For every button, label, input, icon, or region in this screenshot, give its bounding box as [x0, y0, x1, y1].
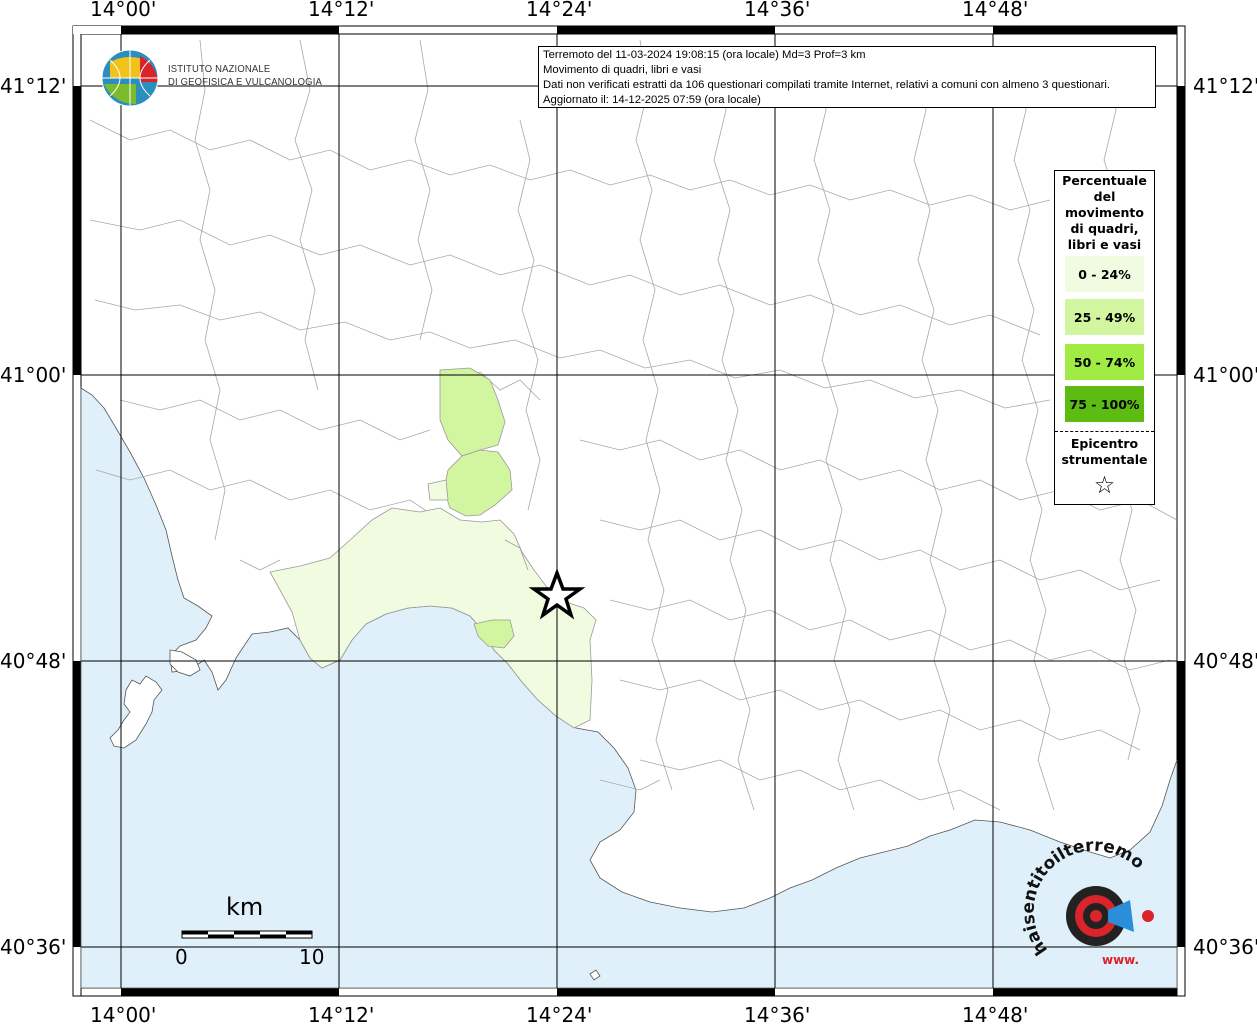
legend-swatch-label: 75 - 100%	[1069, 396, 1140, 412]
lon-label-bottom: 14°00'	[90, 1003, 156, 1024]
legend-epicenter-label: Epicentro strumentale	[1061, 436, 1148, 467]
lon-label-bottom: 14°24'	[526, 1003, 592, 1024]
lat-label-right: 40°36'	[1193, 935, 1257, 959]
lat-label-left: 41°12'	[0, 74, 66, 98]
lon-label-top: 14°36'	[744, 0, 810, 21]
lat-label-right: 40°48'	[1193, 649, 1257, 673]
lat-labels-right: 41°12' 41°00' 40°48' 40°36'	[1193, 74, 1257, 959]
lon-label-bottom: 14°36'	[744, 1003, 810, 1024]
legend-star-icon: ☆	[1093, 471, 1116, 499]
scale-bar-end: 10	[299, 945, 324, 969]
legend-swatch-label: 50 - 74%	[1073, 354, 1136, 370]
hsit-badge-www: www.	[1102, 953, 1139, 967]
ingv-logo-line2: DI GEOFISICA E VULCANOLOGIA	[168, 76, 322, 88]
lat-label-left: 41°00'	[0, 363, 66, 387]
lon-label-top: 14°12'	[308, 0, 374, 21]
event-info-line3: Dati non verificati estratti da 106 ques…	[543, 79, 1111, 91]
legend: Percentuale del movimento di quadri, lib…	[1054, 170, 1155, 505]
lat-label-right: 41°12'	[1193, 74, 1257, 98]
lon-label-top: 14°00'	[90, 0, 156, 21]
lat-label-left: 40°36'	[0, 935, 66, 959]
map-canvas: 14°00' 14°12' 14°24' 14°36' 14°48' 14°00…	[0, 0, 1257, 1024]
lat-label-right: 41°00'	[1193, 363, 1257, 387]
lon-labels-bottom: 14°00' 14°12' 14°24' 14°36' 14°48'	[90, 1003, 1028, 1024]
lon-label-top: 14°24'	[526, 0, 592, 21]
legend-swatch-1: 25 - 49%	[1065, 299, 1144, 335]
lon-label-bottom: 14°48'	[962, 1003, 1028, 1024]
legend-swatch-0: 0 - 24%	[1065, 256, 1144, 292]
event-info-box: Terremoto del 11-03-2024 19:08:15 (ora l…	[538, 46, 1156, 108]
legend-swatch-label: 0 - 24%	[1078, 266, 1131, 282]
lon-labels-top: 14°00' 14°12' 14°24' 14°36' 14°48'	[90, 0, 1028, 21]
event-info-line2: Movimento di quadri, libri e vasi	[543, 64, 702, 76]
legend-swatch-2: 50 - 74%	[1065, 344, 1144, 380]
scale-bar-start: 0	[175, 945, 188, 969]
scale-bar-unit: km	[226, 893, 263, 921]
ingv-logo-line1: ISTITUTO NAZIONALE	[168, 63, 271, 75]
legend-swatch-3: 75 - 100%	[1065, 386, 1144, 422]
legend-separator	[1055, 431, 1154, 432]
event-info-line4: Aggiornato il: 14-12-2025 07:59 (ora loc…	[543, 94, 761, 106]
lat-label-left: 40°48'	[0, 649, 66, 673]
ingv-logo-text: ISTITUTO NAZIONALE DI GEOFISICA E VULCAN…	[168, 63, 322, 89]
lon-label-top: 14°48'	[962, 0, 1028, 21]
legend-title: Percentuale del movimento di quadri, lib…	[1062, 173, 1147, 252]
event-info-line1: Terremoto del 11-03-2024 19:08:15 (ora l…	[543, 49, 866, 61]
lat-labels-left: 41°12' 41°00' 40°48' 40°36'	[0, 74, 66, 959]
legend-swatch-label: 25 - 49%	[1073, 309, 1136, 325]
lon-label-bottom: 14°12'	[308, 1003, 374, 1024]
ingv-globe-icon	[101, 49, 159, 107]
